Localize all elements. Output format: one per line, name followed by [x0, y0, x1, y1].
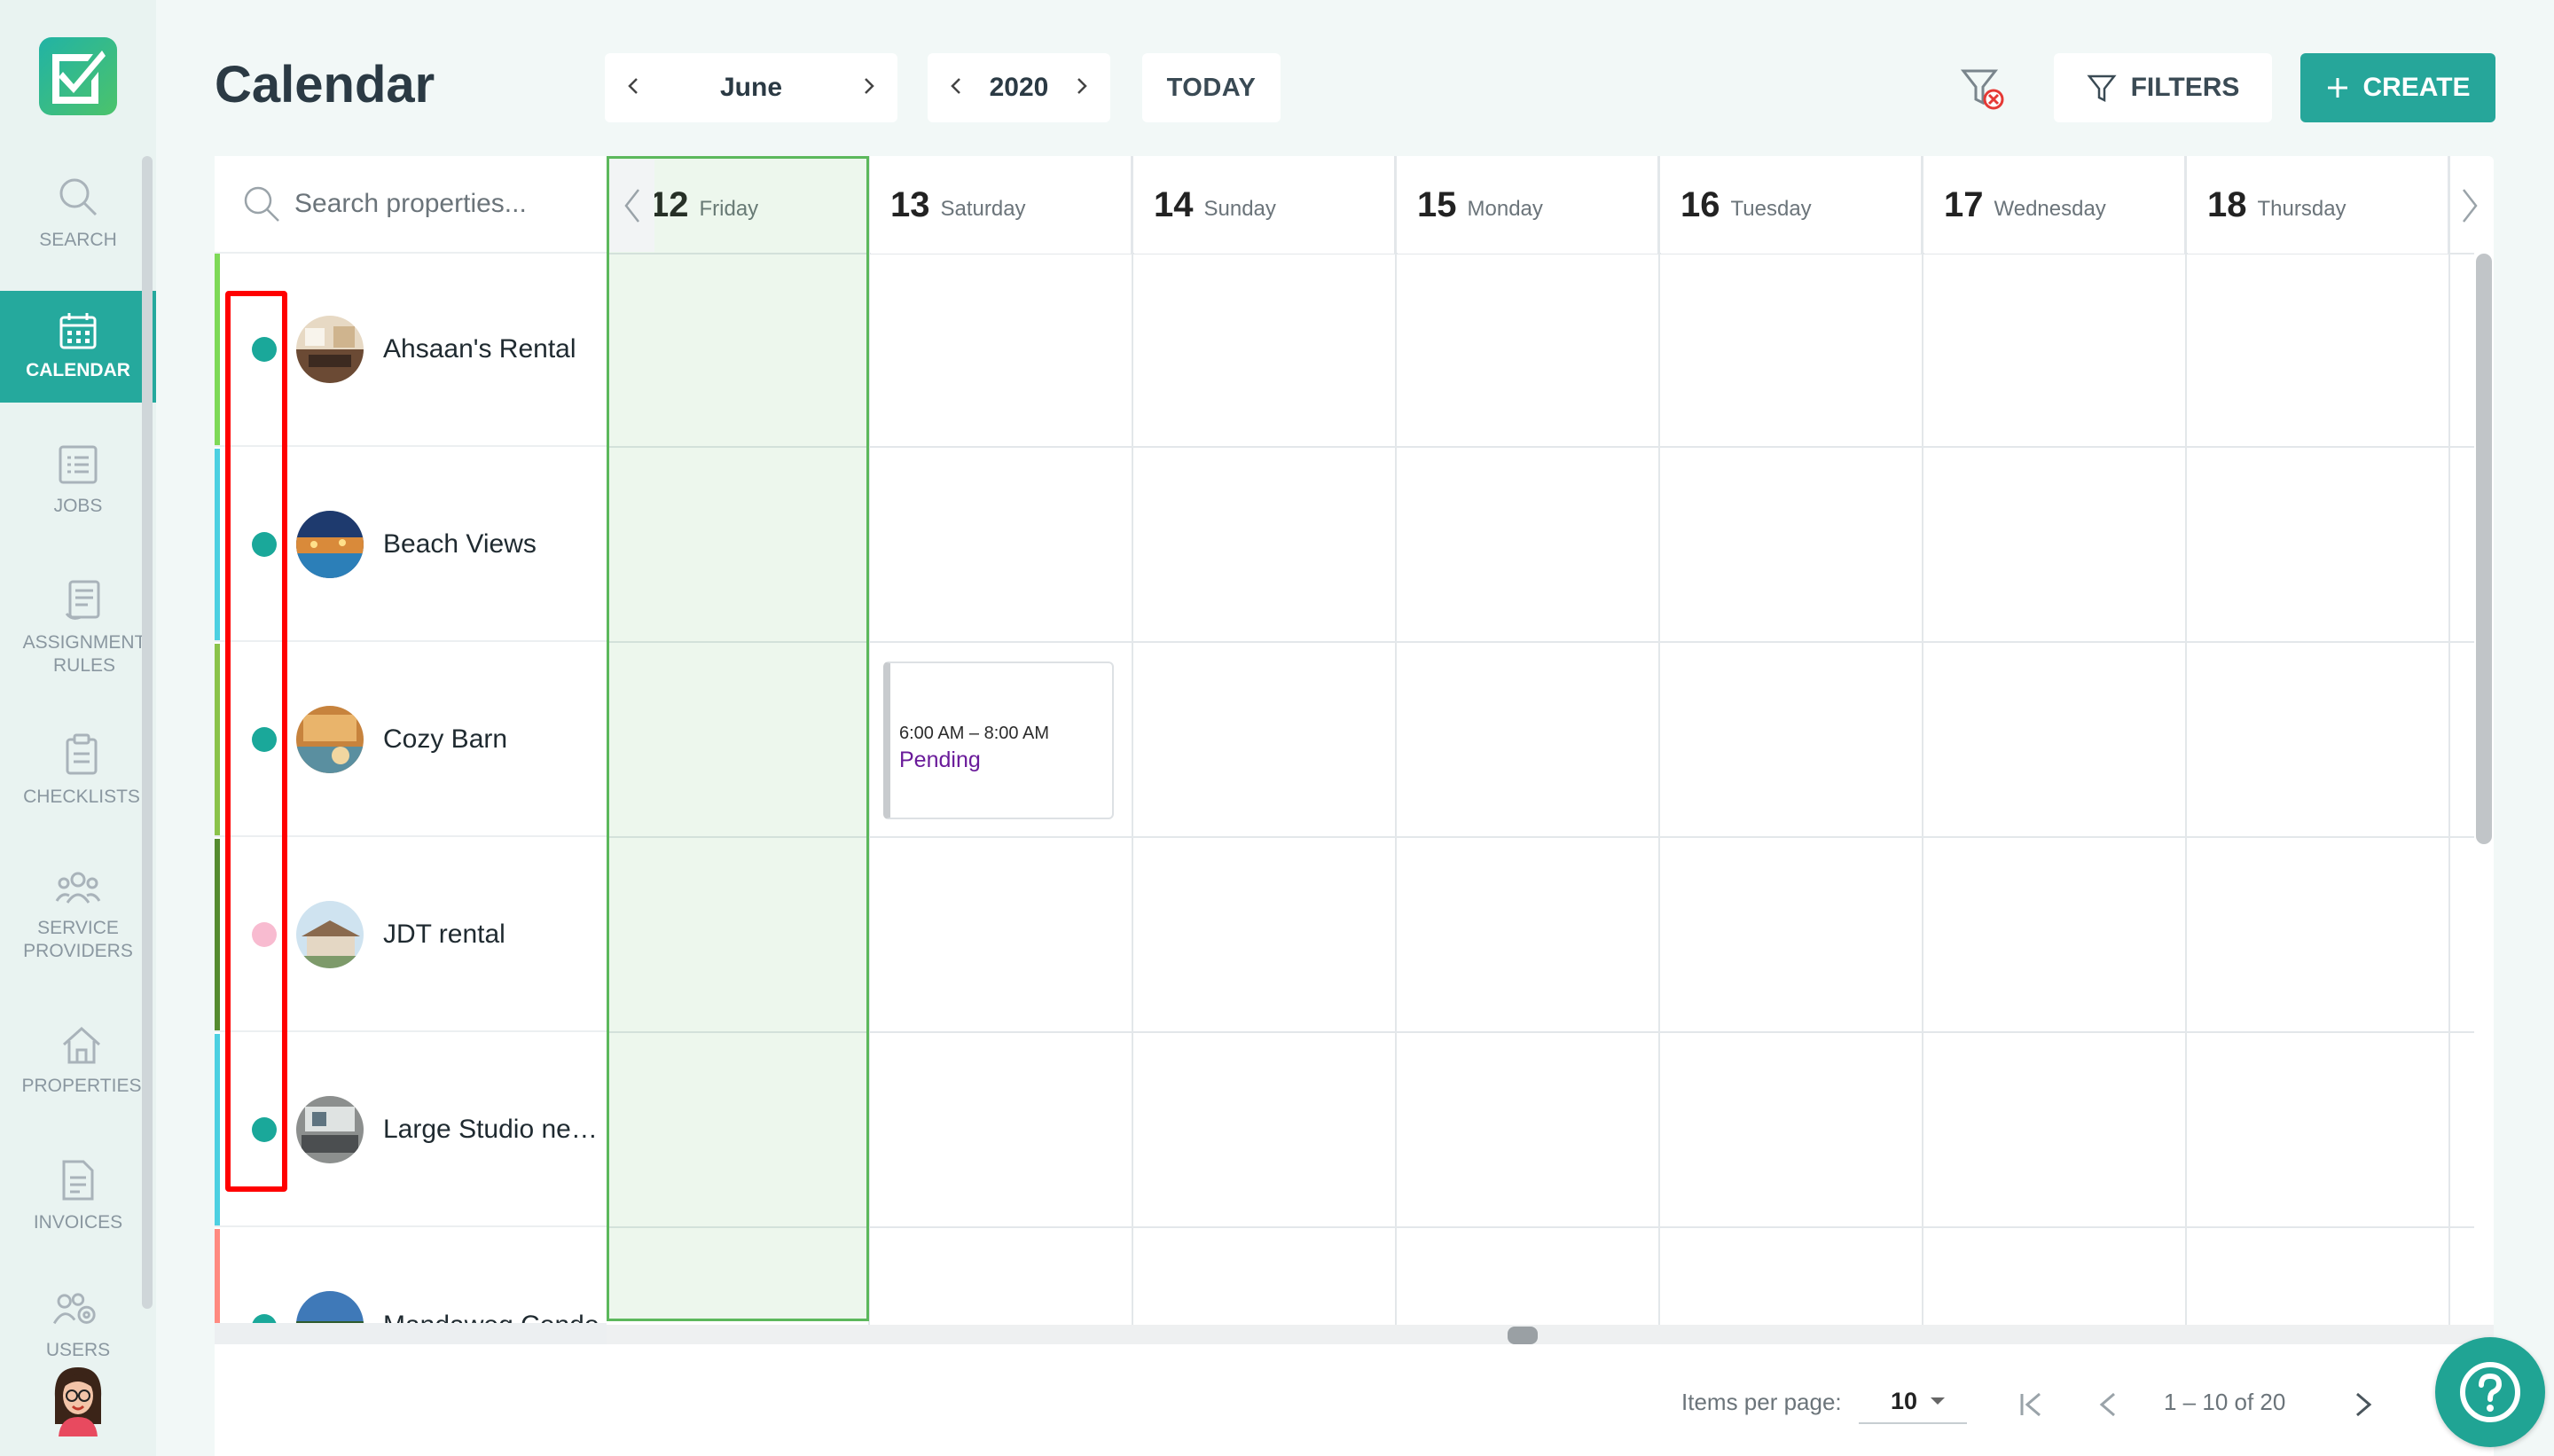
search-icon: [244, 186, 279, 222]
day-number: 17: [1944, 184, 1984, 224]
chevron-right-icon: [2463, 189, 2478, 223]
search-input[interactable]: [294, 189, 587, 219]
vertical-scrollbar[interactable]: [2476, 254, 2492, 844]
day-number: 13: [890, 184, 930, 224]
property-name: JDT rental: [383, 920, 505, 949]
property-row[interactable]: Mandaweg Condo: [215, 1229, 607, 1325]
property-search: [215, 156, 607, 254]
items-per-page-label: Items per page:: [1681, 1389, 1842, 1415]
page-range: 1 – 10 of 20: [2164, 1389, 2286, 1415]
day-header[interactable]: 14 Sunday: [1134, 156, 1396, 254]
day-name: Tuesday: [1730, 197, 1812, 221]
day-name: Wednesday: [1994, 197, 2106, 221]
chevron-right-icon: [2356, 1392, 2372, 1417]
prev-week-button[interactable]: [610, 160, 654, 252]
items-per-page-value: 10: [1891, 1387, 1918, 1414]
property-thumbnail: [296, 511, 364, 578]
day-header[interactable]: 17 Wednesday: [1924, 156, 2186, 254]
day-header[interactable]: 13 Saturday: [871, 156, 1132, 254]
items-per-page-select[interactable]: 10: [1859, 1380, 1967, 1424]
property-color-bar: [215, 839, 220, 1030]
horizontal-scroll-track: [607, 1325, 2494, 1344]
day-number: 18: [2207, 184, 2247, 224]
first-page-button[interactable]: [2010, 1383, 2052, 1426]
chevron-left-icon: [624, 189, 639, 223]
help-button[interactable]: [2435, 1337, 2545, 1447]
property-name: Beach Views: [383, 529, 537, 559]
day-name: Saturday: [940, 197, 1026, 221]
horizontal-scrollbar[interactable]: [1508, 1327, 1538, 1344]
event-status: Pending: [899, 748, 981, 772]
day-name: Sunday: [1203, 197, 1276, 221]
property-name: Mandaweg Condo: [383, 1311, 599, 1323]
event-time: 6:00 AM – 8:00 AM: [899, 724, 1049, 743]
property-thumbnail: [296, 901, 364, 968]
property-color-bar: [215, 1034, 220, 1225]
day-name: Thursday: [2257, 197, 2346, 221]
property-photo-icon: [296, 316, 364, 383]
property-color-bar: [215, 254, 220, 445]
help-icon: [2460, 1362, 2520, 1422]
property-name: Ahsaan's Rental: [383, 334, 576, 364]
day-name: Monday: [1467, 197, 1543, 221]
calendar-event[interactable]: 6:00 AM – 8:00 AM Pending: [883, 661, 1114, 819]
property-color-bar: [215, 1229, 220, 1323]
day-number: 16: [1680, 184, 1720, 224]
day-header[interactable]: 18 Thursday: [2188, 156, 2449, 254]
status-dot: [252, 1314, 277, 1323]
property-color-bar: [215, 449, 220, 640]
caret-down-icon: [1931, 1397, 1946, 1405]
next-page-button[interactable]: [2341, 1383, 2384, 1426]
day-number: 14: [1154, 184, 1194, 224]
property-list-bottom: [215, 1325, 607, 1344]
pagination-footer: [215, 1344, 2494, 1456]
property-photo-icon: [296, 1291, 364, 1323]
highlight-annotation: [225, 291, 287, 1192]
prev-page-button[interactable]: [2088, 1383, 2130, 1426]
next-week-button[interactable]: [2448, 160, 2492, 252]
day-header[interactable]: 15 Monday: [1398, 156, 1659, 254]
chevron-left-icon: [2099, 1392, 2115, 1417]
day-header[interactable]: 16 Tuesday: [1661, 156, 1923, 254]
property-color-bar: [215, 644, 220, 835]
first-page-icon: [2020, 1392, 2041, 1417]
day-number: 15: [1417, 184, 1457, 224]
property-thumbnail: [296, 1096, 364, 1163]
today-column[interactable]: [607, 156, 869, 1321]
property-photo-icon: [296, 511, 364, 578]
property-thumbnail: [296, 316, 364, 383]
property-photo-icon: [296, 1096, 364, 1163]
property-photo-icon: [296, 901, 364, 968]
property-photo-icon: [296, 706, 364, 773]
property-thumbnail: [296, 706, 364, 773]
property-name: Cozy Barn: [383, 724, 508, 754]
property-name: Large Studio near Beach: [383, 1115, 605, 1144]
property-thumbnail: [296, 1291, 364, 1323]
